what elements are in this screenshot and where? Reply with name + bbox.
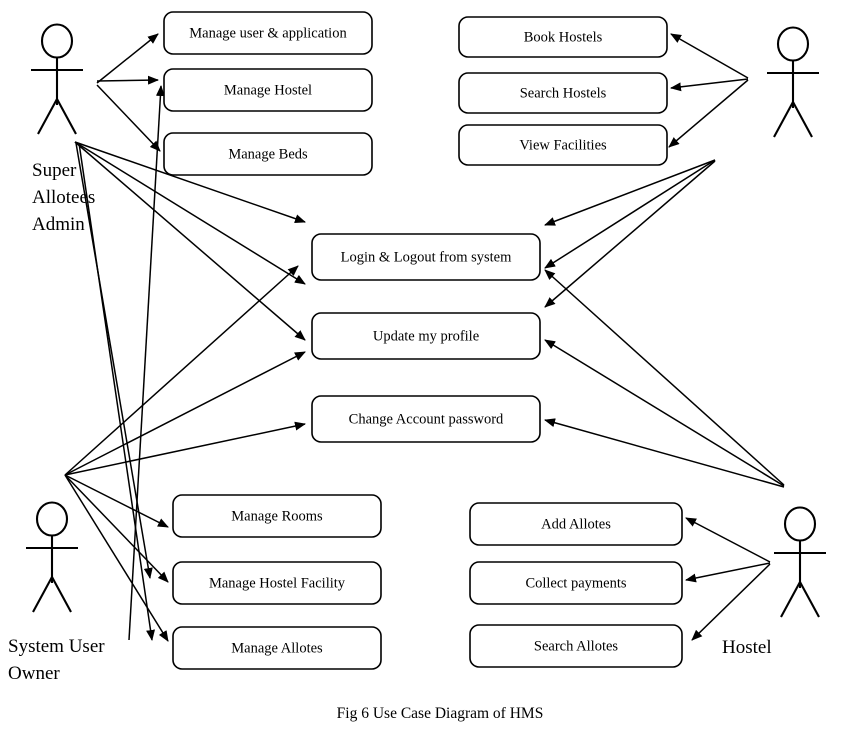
actor-stick-figure-icon bbox=[767, 26, 819, 138]
use-case-label: View Facilities bbox=[519, 137, 607, 153]
association-student-to-login bbox=[544, 159, 716, 226]
use-case-collect-payments[interactable]: Collect payments bbox=[469, 561, 683, 605]
use-case-update-profile[interactable]: Update my profile bbox=[311, 312, 541, 360]
use-case-label: Search Hostels bbox=[520, 85, 607, 101]
use-case-manage-hostel[interactable]: Manage Hostel bbox=[163, 68, 373, 112]
actor-system-user-owner[interactable]: System User Owner bbox=[8, 501, 105, 685]
actor-label: Super bbox=[32, 160, 77, 181]
use-case-label: Manage Allotes bbox=[231, 640, 323, 656]
association-hostel-to-add-allotes bbox=[685, 517, 771, 563]
association-student-to-update-profile bbox=[544, 159, 716, 269]
association-admin-to-manage-hostel bbox=[96, 75, 159, 85]
association-owner-to-change-password bbox=[64, 421, 306, 476]
association-admin-to-manage-user-application bbox=[96, 33, 159, 84]
association-line bbox=[544, 339, 785, 487]
use-case-label: Manage Beds bbox=[228, 146, 308, 162]
association-hostel-to-collect-payments bbox=[685, 562, 771, 583]
use-case-label: Add Allotes bbox=[541, 516, 611, 532]
association-owner-to-manage-hostel-facility2 bbox=[64, 474, 169, 583]
use-case-label: Manage Rooms bbox=[231, 508, 323, 524]
association-line bbox=[128, 85, 165, 641]
actor-stick-figure-icon bbox=[31, 23, 83, 135]
use-case-label: Search Allotes bbox=[534, 638, 619, 654]
use-case-label: Login & Logout from system bbox=[341, 249, 512, 265]
association-line bbox=[670, 78, 749, 92]
use-case-view-facilities[interactable]: View Facilities bbox=[458, 124, 668, 166]
association-student-to-book-hostels bbox=[670, 33, 749, 79]
use-case-label: Change Account password bbox=[349, 411, 504, 427]
use-case-label: Manage user & application bbox=[189, 25, 347, 41]
association-owner-to-update-profile bbox=[64, 351, 306, 476]
use-case-label: Manage Hostel Facility bbox=[209, 575, 346, 591]
actor-label: Owner bbox=[8, 663, 60, 684]
use-case-login-logout[interactable]: Login & Logout from system bbox=[311, 233, 541, 281]
use-case-manage-rooms[interactable]: Manage Rooms bbox=[172, 494, 382, 538]
association-line bbox=[64, 421, 306, 476]
use-case-manage-beds[interactable]: Manage Beds bbox=[163, 132, 373, 176]
association-line bbox=[78, 142, 155, 641]
use-case-manage-allotes[interactable]: Manage Allotes bbox=[172, 626, 382, 670]
association-owner-to-login bbox=[64, 265, 299, 476]
association-student-to-change-password bbox=[544, 160, 716, 308]
association-line bbox=[544, 159, 716, 226]
use-case-add-allotes[interactable]: Add Allotes bbox=[469, 502, 683, 546]
association-line bbox=[96, 75, 159, 85]
association-line bbox=[64, 474, 169, 642]
association-line bbox=[64, 265, 299, 476]
use-case-search-allotes[interactable]: Search Allotes bbox=[469, 624, 683, 668]
diagram-canvas: Manage user & application Manage Hostel Ma… bbox=[8, 11, 826, 722]
association-hostel-to-update-profile bbox=[544, 339, 785, 487]
association-line bbox=[64, 351, 306, 476]
actor-label: Hostel bbox=[722, 637, 772, 658]
use-case-label: Collect payments bbox=[525, 575, 626, 591]
actor-super-admin[interactable]: Super Allotees Admin bbox=[31, 23, 95, 236]
association-line bbox=[544, 160, 716, 308]
association-line bbox=[96, 84, 161, 152]
actor-label: Allotees bbox=[32, 187, 95, 208]
association-student-to-view-facilities bbox=[668, 79, 749, 148]
use-case-label: Update my profile bbox=[373, 328, 479, 344]
use-case-manage-user-application[interactable]: Manage user & application bbox=[163, 11, 373, 55]
figure-caption: Fig 6 Use Case Diagram of HMS bbox=[337, 705, 544, 722]
use-case-search-hostels[interactable]: Search Hostels bbox=[458, 72, 668, 114]
actor-label: Admin bbox=[32, 214, 85, 235]
use-cases-layer: Manage user & application Manage Hostel Ma… bbox=[163, 11, 683, 670]
association-line bbox=[670, 33, 749, 79]
use-case-change-password[interactable]: Change Account password bbox=[311, 395, 541, 443]
association-line bbox=[668, 79, 749, 148]
actor-stick-figure-icon bbox=[774, 506, 826, 618]
association-student-to-search-hostels bbox=[670, 78, 749, 92]
actor-stick-figure-icon bbox=[26, 501, 78, 613]
use-case-label: Manage Hostel bbox=[224, 82, 312, 98]
association-owner-to-manage-hostel bbox=[128, 85, 165, 641]
association-line bbox=[691, 563, 771, 641]
association-owner-to-manage-allotes2 bbox=[64, 474, 169, 642]
association-admin-to-manage-beds bbox=[96, 84, 161, 152]
association-line bbox=[685, 517, 771, 563]
association-line bbox=[685, 562, 771, 583]
use-case-manage-hostel-facility[interactable]: Manage Hostel Facility bbox=[172, 561, 382, 605]
use-case-book-hostels[interactable]: Book Hostels bbox=[458, 16, 668, 58]
actor-label: System User bbox=[8, 636, 105, 657]
association-allotees-to-manage-allotes bbox=[78, 142, 155, 641]
association-line bbox=[544, 159, 716, 269]
actor-hostel[interactable]: Hostel bbox=[722, 506, 826, 659]
use-case-diagram: Manage user & application Manage Hostel Ma… bbox=[0, 0, 856, 730]
association-line bbox=[96, 33, 159, 84]
association-hostel-to-search-allotes bbox=[691, 563, 771, 641]
actor-student[interactable] bbox=[767, 26, 819, 138]
association-line bbox=[64, 474, 169, 583]
use-case-label: Book Hostels bbox=[524, 29, 603, 45]
